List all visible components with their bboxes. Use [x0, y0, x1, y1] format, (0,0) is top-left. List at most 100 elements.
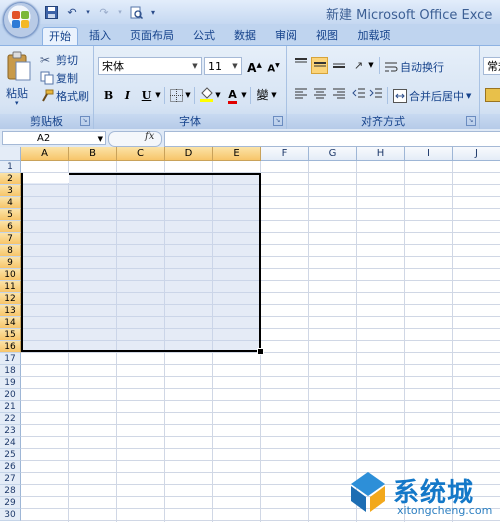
increase-indent-button[interactable]: [367, 87, 384, 104]
row-header-16[interactable]: 16: [0, 341, 21, 353]
formula-input[interactable]: [164, 131, 500, 147]
underline-dropdown-icon[interactable]: ▼: [154, 87, 162, 104]
row-header-11[interactable]: 11: [0, 281, 21, 293]
row-header-26[interactable]: 26: [0, 461, 21, 473]
phonetic-dropdown-icon[interactable]: ▼: [270, 87, 278, 104]
borders-dropdown-icon[interactable]: ▼: [184, 87, 192, 104]
row-header-8[interactable]: 8: [0, 245, 21, 257]
number-format-combo[interactable]: 常规: [483, 57, 500, 75]
format-painter-button[interactable]: 格式刷: [40, 87, 89, 104]
shrink-font-button[interactable]: A▼: [265, 57, 282, 74]
copy-button[interactable]: 复制: [40, 69, 78, 86]
office-button[interactable]: [3, 2, 39, 38]
row-header-21[interactable]: 21: [0, 401, 21, 413]
decrease-indent-button[interactable]: [350, 87, 367, 104]
alignment-launcher-icon[interactable]: ↘: [466, 116, 476, 126]
tab-view[interactable]: 视图: [311, 27, 343, 46]
underline-button[interactable]: U: [138, 87, 155, 104]
orientation-dropdown-icon[interactable]: ▼: [367, 57, 375, 74]
align-middle-button[interactable]: [311, 57, 328, 74]
row-header-4[interactable]: 4: [0, 197, 21, 209]
row-header-13[interactable]: 13: [0, 305, 21, 317]
row-header-7[interactable]: 7: [0, 233, 21, 245]
save-icon[interactable]: [42, 4, 60, 20]
redo-dropdown-icon[interactable]: ▾: [116, 4, 124, 20]
row-header-27[interactable]: 27: [0, 473, 21, 485]
print-preview-icon[interactable]: [127, 4, 145, 20]
selected-range[interactable]: [21, 173, 261, 352]
row-header-25[interactable]: 25: [0, 449, 21, 461]
row-header-10[interactable]: 10: [0, 269, 21, 281]
align-bottom-button[interactable]: [330, 57, 347, 74]
row-header-30[interactable]: 30: [0, 509, 21, 521]
select-all-button[interactable]: [0, 147, 21, 161]
row-header-23[interactable]: 23: [0, 425, 21, 437]
borders-button[interactable]: [168, 87, 185, 104]
row-header-22[interactable]: 22: [0, 413, 21, 425]
row-header-6[interactable]: 6: [0, 221, 21, 233]
clipboard-launcher-icon[interactable]: ↘: [80, 116, 90, 126]
italic-button[interactable]: I: [119, 87, 136, 104]
orientation-button[interactable]: ↗: [350, 57, 367, 74]
grow-font-button[interactable]: A▲: [246, 57, 263, 75]
bold-button[interactable]: B: [100, 87, 117, 104]
active-cell[interactable]: [23, 173, 69, 183]
undo-icon[interactable]: ↶: [63, 4, 81, 20]
tab-insert[interactable]: 插入: [84, 27, 116, 46]
undo-dropdown-icon[interactable]: ▾: [84, 4, 92, 20]
row-header-19[interactable]: 19: [0, 377, 21, 389]
row-header-3[interactable]: 3: [0, 185, 21, 197]
column-header-d[interactable]: D: [165, 147, 213, 161]
row-header-28[interactable]: 28: [0, 485, 21, 497]
insert-function-icon[interactable]: fx: [145, 131, 154, 142]
font-color-button[interactable]: A: [224, 86, 241, 104]
font-launcher-icon[interactable]: ↘: [273, 116, 283, 126]
tab-add-ins[interactable]: 加载项: [352, 27, 396, 46]
tab-formulas[interactable]: 公式: [188, 27, 220, 46]
column-header-g[interactable]: G: [309, 147, 357, 161]
row-header-14[interactable]: 14: [0, 317, 21, 329]
font-color-dropdown-icon[interactable]: ▼: [240, 87, 248, 104]
row-header-29[interactable]: 29: [0, 497, 21, 509]
column-header-c[interactable]: C: [117, 147, 165, 161]
align-center-button[interactable]: [311, 87, 328, 104]
column-header-j[interactable]: J: [453, 147, 500, 161]
merge-center-button[interactable]: 合并后居中 ▼: [393, 87, 471, 104]
phonetic-button[interactable]: 變: [254, 87, 271, 104]
column-header-e[interactable]: E: [213, 147, 261, 161]
tab-data[interactable]: 数据: [229, 27, 261, 46]
font-size-combo[interactable]: 11 ▼: [204, 57, 242, 75]
fill-color-dropdown-icon[interactable]: ▼: [214, 87, 222, 104]
wrap-text-button[interactable]: 自动换行: [384, 58, 444, 75]
redo-icon[interactable]: ↷: [95, 4, 113, 20]
row-header-18[interactable]: 18: [0, 365, 21, 377]
row-header-17[interactable]: 17: [0, 353, 21, 365]
tab-home[interactable]: 开始: [42, 27, 78, 47]
row-header-24[interactable]: 24: [0, 437, 21, 449]
row-header-15[interactable]: 15: [0, 329, 21, 341]
align-left-button[interactable]: [292, 87, 309, 104]
row-header-9[interactable]: 9: [0, 257, 21, 269]
font-name-combo[interactable]: 宋体 ▼: [98, 57, 202, 75]
tab-review[interactable]: 审阅: [270, 27, 302, 46]
name-box[interactable]: A2 ▼: [2, 131, 106, 145]
row-header-1[interactable]: 1: [0, 161, 21, 173]
row-header-2[interactable]: 2: [0, 173, 21, 185]
tab-page-layout[interactable]: 页面布局: [126, 27, 178, 46]
align-top-button[interactable]: [292, 57, 309, 74]
paste-button[interactable]: 粘贴 ▾: [5, 49, 33, 109]
column-header-f[interactable]: F: [261, 147, 309, 161]
fill-handle[interactable]: [257, 348, 264, 355]
customize-toolbar-icon[interactable]: ▾: [148, 4, 158, 20]
fill-color-button[interactable]: [198, 87, 215, 104]
row-header-20[interactable]: 20: [0, 389, 21, 401]
align-right-button[interactable]: [330, 87, 347, 104]
row-header-5[interactable]: 5: [0, 209, 21, 221]
column-header-a[interactable]: A: [21, 147, 69, 161]
column-header-i[interactable]: I: [405, 147, 453, 161]
row-header-12[interactable]: 12: [0, 293, 21, 305]
currency-icon[interactable]: [485, 88, 500, 102]
cut-button[interactable]: ✂ 剪切: [40, 51, 78, 68]
column-header-b[interactable]: B: [69, 147, 117, 161]
column-header-h[interactable]: H: [357, 147, 405, 161]
